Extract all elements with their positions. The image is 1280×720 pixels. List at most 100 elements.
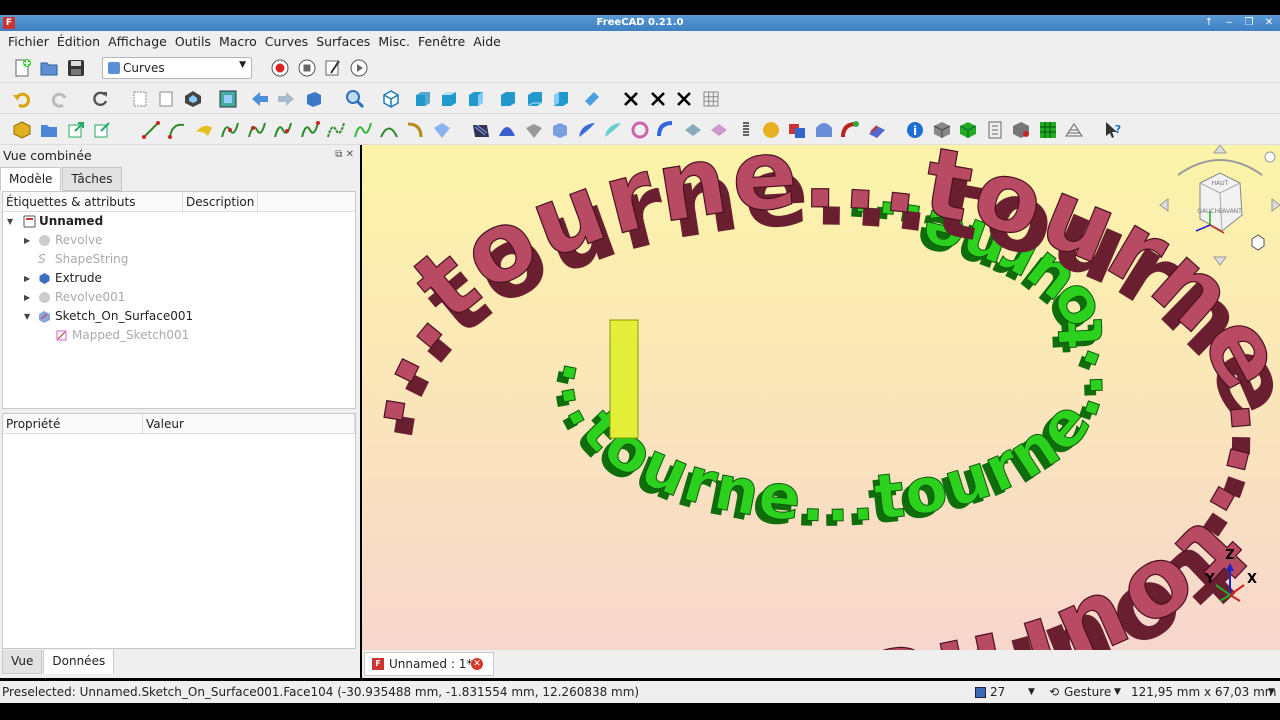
surface-8-icon[interactable] bbox=[603, 120, 623, 140]
tree-item-mapped-sketch[interactable]: Mapped_Sketch001 bbox=[3, 326, 355, 345]
nav-right-arrow-icon[interactable] bbox=[1271, 198, 1280, 212]
execute-macro-icon[interactable] bbox=[349, 58, 369, 78]
redo-icon[interactable] bbox=[50, 89, 70, 109]
tab-taches[interactable]: Tâches bbox=[62, 167, 122, 191]
panel-float-close-icons[interactable]: ⧉ ✕ bbox=[335, 149, 354, 160]
back-arrow-icon[interactable] bbox=[250, 89, 270, 109]
bounding-box-icon[interactable] bbox=[218, 89, 238, 109]
surface-12-icon[interactable] bbox=[709, 120, 729, 140]
tree-item-shapestring[interactable]: S ShapeString bbox=[3, 250, 355, 269]
close-button[interactable]: ✕ bbox=[1262, 16, 1276, 30]
sync-view-icon[interactable] bbox=[304, 89, 324, 109]
isometric-view-icon[interactable] bbox=[381, 89, 401, 109]
menu-edition[interactable]: Édition bbox=[53, 31, 104, 52]
new-document-icon[interactable] bbox=[12, 58, 32, 78]
curve-3-icon[interactable] bbox=[273, 120, 293, 140]
surface-2-icon[interactable] bbox=[432, 120, 452, 140]
open-folder-icon[interactable] bbox=[39, 58, 59, 78]
forward-arrow-icon[interactable] bbox=[276, 89, 296, 109]
whats-this-icon[interactable]: ? bbox=[1103, 120, 1123, 140]
close-tab-icon[interactable]: ✕ bbox=[471, 658, 483, 670]
refresh-icon[interactable] bbox=[90, 89, 110, 109]
surface-11-icon[interactable] bbox=[683, 120, 703, 140]
tree-item-extrude[interactable]: ▶ Extrude bbox=[3, 269, 355, 288]
document-tab-unnamed[interactable]: F Unnamed : 1* ✕ bbox=[364, 652, 494, 676]
tab-donnees[interactable]: Données bbox=[43, 650, 115, 674]
minimize-button[interactable]: ‒ bbox=[1222, 16, 1236, 30]
shell-icon[interactable] bbox=[814, 120, 834, 140]
menu-fichier[interactable]: Fichier bbox=[4, 31, 53, 52]
workbench-selector[interactable]: Curves ▼ bbox=[102, 57, 252, 79]
link-make-icon[interactable] bbox=[66, 120, 86, 140]
menu-affichage[interactable]: Affichage bbox=[104, 31, 171, 52]
rear-view-icon[interactable] bbox=[498, 89, 518, 109]
surface-7-icon[interactable] bbox=[577, 120, 597, 140]
undo-icon[interactable] bbox=[12, 89, 32, 109]
grid-toggle-icon[interactable] bbox=[701, 89, 721, 109]
menu-outils[interactable]: Outils bbox=[171, 31, 215, 52]
surface-3-icon[interactable] bbox=[471, 120, 491, 140]
collapse-arrow-icon[interactable]: ▼ bbox=[7, 212, 13, 231]
front-view-icon[interactable] bbox=[413, 89, 433, 109]
prop-header-name[interactable]: Propriété bbox=[3, 414, 143, 433]
nav-menu-icon[interactable] bbox=[1264, 151, 1276, 163]
fit-all-icon[interactable] bbox=[345, 89, 365, 109]
clear-measure-3-icon[interactable] bbox=[674, 89, 694, 109]
maximize-button[interactable]: ❐ bbox=[1242, 16, 1256, 30]
stop-macro-icon[interactable] bbox=[297, 58, 317, 78]
3d-viewport[interactable]: ...tourne...tourne...tourne... ...tourne… bbox=[362, 145, 1280, 650]
curve-1-icon[interactable] bbox=[220, 120, 240, 140]
expand-arrow-icon[interactable]: ▶ bbox=[24, 269, 30, 288]
chevron-down-icon[interactable]: ▼ bbox=[1268, 687, 1275, 697]
expand-arrow-icon[interactable]: ▶ bbox=[24, 288, 30, 307]
surface-4-icon[interactable] bbox=[497, 120, 517, 140]
clear-measure-2-icon[interactable] bbox=[648, 89, 668, 109]
collapse-arrow-icon[interactable]: ▼ bbox=[24, 307, 30, 326]
curve-4-icon[interactable] bbox=[300, 120, 320, 140]
tree-item-unnamed[interactable]: ▼ Unnamed bbox=[3, 212, 355, 231]
clear-measure-1-icon[interactable] bbox=[621, 89, 641, 109]
tab-vue[interactable]: Vue bbox=[2, 650, 43, 674]
menu-aide[interactable]: Aide bbox=[469, 31, 505, 52]
tree-header-labels[interactable]: Étiquettes & attributs bbox=[3, 192, 183, 211]
surface-tool-icon[interactable] bbox=[194, 120, 214, 140]
prop-header-value[interactable]: Valeur bbox=[143, 414, 355, 433]
menu-curves[interactable]: Curves bbox=[261, 31, 312, 52]
curve-8-icon[interactable] bbox=[405, 120, 425, 140]
nav-up-arrow-icon[interactable] bbox=[1213, 145, 1227, 154]
surface-10-icon[interactable] bbox=[656, 120, 676, 140]
left-view-icon[interactable] bbox=[551, 89, 571, 109]
sphere-icon[interactable] bbox=[761, 120, 781, 140]
info-icon[interactable]: i bbox=[905, 120, 925, 140]
tree-item-sketch-on-surface[interactable]: ▼ Sketch_On_Surface001 bbox=[3, 307, 355, 326]
box-selection-icon[interactable] bbox=[130, 89, 150, 109]
edit-macro-icon[interactable] bbox=[323, 58, 343, 78]
3d-scene[interactable]: ...tourne...tourne...tourne... ...tourne… bbox=[362, 145, 1280, 650]
folder-group-icon[interactable] bbox=[39, 120, 59, 140]
right-view-icon[interactable] bbox=[466, 89, 486, 109]
curve-6-icon[interactable] bbox=[353, 120, 373, 140]
tree-item-revolve001[interactable]: ▶ Revolve001 bbox=[3, 288, 355, 307]
box-element-selection-icon[interactable] bbox=[156, 89, 176, 109]
surface-5-icon[interactable] bbox=[524, 120, 544, 140]
record-macro-icon[interactable] bbox=[270, 58, 290, 78]
tree-header-description[interactable]: Description bbox=[183, 192, 258, 211]
sweep-icon[interactable] bbox=[867, 120, 887, 140]
mesh-grid-icon[interactable] bbox=[1038, 120, 1058, 140]
save-icon[interactable] bbox=[66, 58, 86, 78]
menu-surfaces[interactable]: Surfaces bbox=[312, 31, 374, 52]
cube-green-icon[interactable] bbox=[958, 120, 978, 140]
keep-above-button[interactable]: ↑ bbox=[1202, 16, 1216, 30]
tab-modele[interactable]: Modèle bbox=[0, 167, 62, 191]
cube-gray-icon[interactable] bbox=[932, 120, 952, 140]
tree-item-revolve[interactable]: ▶ Revolve bbox=[3, 231, 355, 250]
navigation-style[interactable]: Gesture bbox=[1064, 685, 1111, 699]
top-view-icon[interactable] bbox=[439, 89, 459, 109]
menu-macro[interactable]: Macro bbox=[215, 31, 261, 52]
cube-red-icon[interactable] bbox=[1011, 120, 1031, 140]
spring-icon[interactable] bbox=[736, 120, 756, 140]
iso-view-icon[interactable] bbox=[1251, 234, 1265, 251]
line-tool-icon[interactable] bbox=[141, 120, 161, 140]
curve-2-icon[interactable] bbox=[247, 120, 267, 140]
surface-6-icon[interactable] bbox=[550, 120, 570, 140]
